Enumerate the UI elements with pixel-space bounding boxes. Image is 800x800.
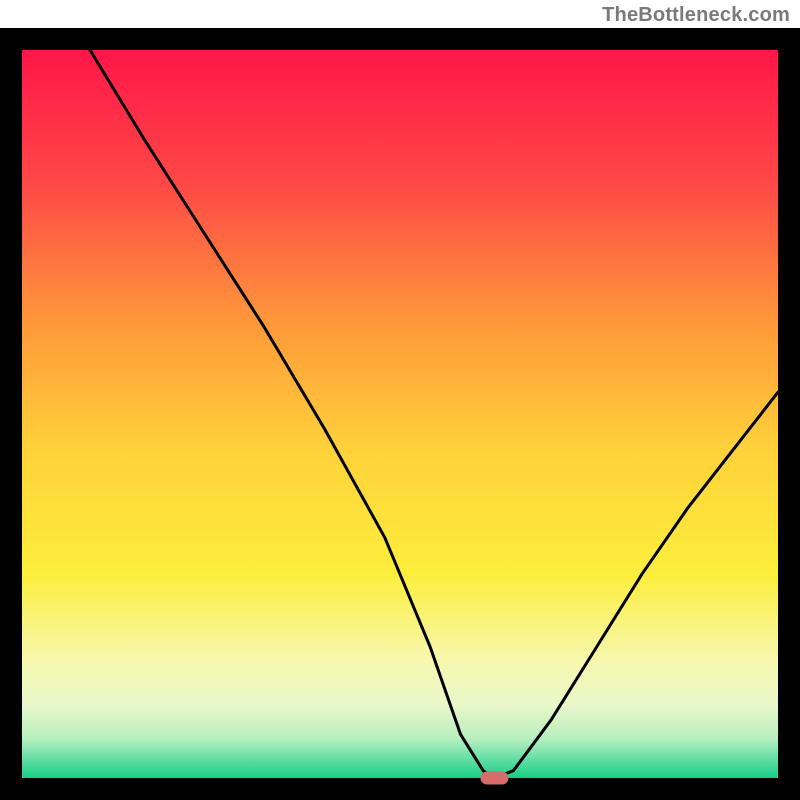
plot-background (22, 50, 778, 778)
chart-container: TheBottleneck.com (0, 0, 800, 800)
minimum-marker (481, 772, 509, 785)
watermark-text: TheBottleneck.com (602, 4, 790, 27)
bottleneck-chart (0, 0, 800, 800)
